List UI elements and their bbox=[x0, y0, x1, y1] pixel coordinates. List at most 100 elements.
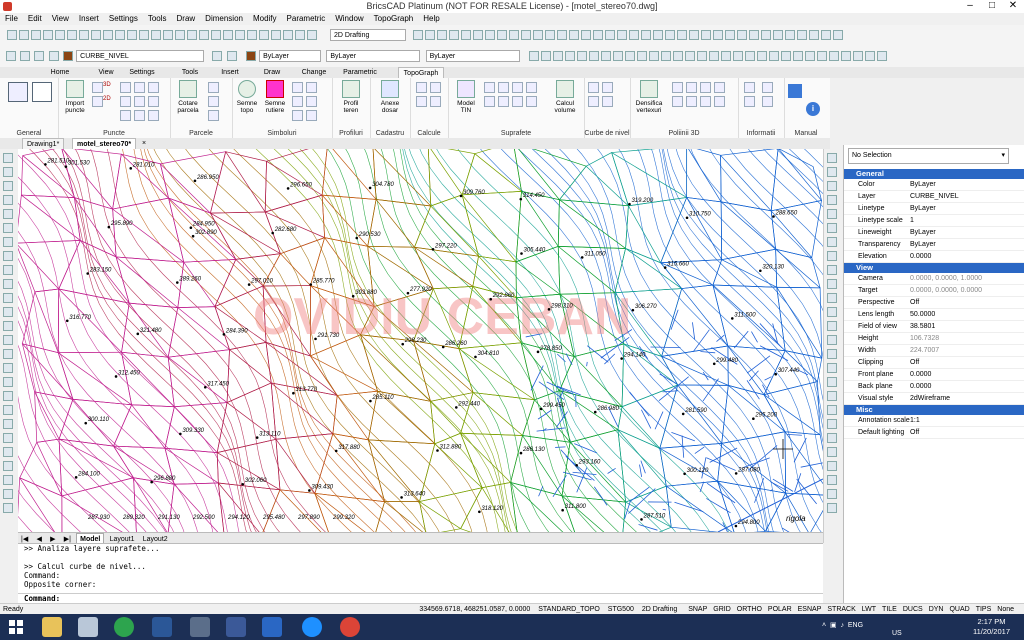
snap-tool-icon[interactable] bbox=[768, 51, 779, 61]
menu-insert[interactable]: Insert bbox=[74, 13, 104, 25]
draw-tool-icon[interactable] bbox=[3, 419, 13, 429]
draw-tool-icon[interactable] bbox=[3, 153, 13, 163]
chrome-icon[interactable] bbox=[340, 617, 360, 637]
property-row[interactable]: Front plane 0.0000 bbox=[844, 369, 1024, 381]
minimize-button[interactable]: – bbox=[960, 0, 980, 11]
ie-icon[interactable] bbox=[302, 617, 322, 637]
property-row[interactable]: Color ByLayer bbox=[844, 179, 1024, 191]
menu-parametric[interactable]: Parametric bbox=[282, 13, 331, 25]
point-tool-icon[interactable] bbox=[148, 96, 159, 107]
property-row[interactable]: Lineweight ByLayer bbox=[844, 227, 1024, 239]
toolbar-tool-icon[interactable] bbox=[7, 30, 17, 40]
property-row[interactable]: Elevation 0.0000 bbox=[844, 251, 1024, 263]
draw-tool-icon[interactable] bbox=[3, 251, 13, 261]
property-row[interactable]: Back plane 0.0000 bbox=[844, 381, 1024, 393]
calculator-icon[interactable] bbox=[78, 617, 98, 637]
tab-view[interactable]: View bbox=[88, 67, 124, 78]
snap-tool-icon[interactable] bbox=[696, 51, 707, 61]
snap-tool-icon[interactable] bbox=[660, 51, 671, 61]
draw-tool-icon[interactable] bbox=[3, 293, 13, 303]
polyline-tool-icon[interactable] bbox=[700, 82, 711, 93]
point-tool-icon[interactable] bbox=[148, 110, 159, 121]
profil-teren-button[interactable]: Profil teren bbox=[336, 80, 366, 114]
toolbar-tool-icon[interactable] bbox=[127, 30, 137, 40]
menu-draw[interactable]: Draw bbox=[172, 13, 201, 25]
toggle-polar[interactable]: POLAR bbox=[765, 606, 795, 613]
draw-tool-icon[interactable] bbox=[3, 307, 13, 317]
polyline-tool-icon[interactable] bbox=[714, 82, 725, 93]
toolbar-tool-icon[interactable] bbox=[31, 30, 41, 40]
surface-tool-icon[interactable] bbox=[512, 82, 523, 93]
property-value[interactable]: ByLayer bbox=[910, 179, 1024, 190]
clock[interactable]: 2:17 PM 11/20/2017 bbox=[973, 617, 1010, 637]
toggle-dyn[interactable]: DYN bbox=[926, 606, 947, 613]
toolbar-tool-icon[interactable] bbox=[67, 30, 77, 40]
modify-tool-icon[interactable] bbox=[827, 251, 837, 261]
snap-tool-icon[interactable] bbox=[684, 51, 695, 61]
contour-tool-icon[interactable] bbox=[602, 82, 613, 93]
view-tool-icon[interactable] bbox=[761, 30, 771, 40]
info-tool-icon[interactable] bbox=[744, 96, 755, 107]
snap-tool-icon[interactable] bbox=[864, 51, 875, 61]
point-tool-icon[interactable] bbox=[148, 82, 159, 93]
toolbar-tool-icon[interactable] bbox=[91, 30, 101, 40]
modify-tool-icon[interactable] bbox=[827, 489, 837, 499]
bricscad-icon[interactable] bbox=[262, 617, 282, 637]
drawing-svg[interactable]: OVIDIU CEBAN 281.510 284.950 285.770 286.260… bbox=[18, 149, 823, 532]
menu-file[interactable]: File bbox=[0, 13, 23, 25]
symbol-tool-icon[interactable] bbox=[292, 96, 303, 107]
view-tool-icon[interactable] bbox=[449, 30, 459, 40]
parcel-tool-icon[interactable] bbox=[208, 96, 219, 107]
view-tool-icon[interactable] bbox=[665, 30, 675, 40]
view-tool-icon[interactable] bbox=[833, 30, 843, 40]
toggle-none[interactable]: None bbox=[994, 606, 1017, 613]
property-value[interactable]: 0.0000 bbox=[910, 381, 1024, 392]
view-tool-icon[interactable] bbox=[605, 30, 615, 40]
view-tool-icon[interactable] bbox=[617, 30, 627, 40]
tab-change[interactable]: Change bbox=[296, 67, 332, 78]
draw-tool-icon[interactable] bbox=[3, 433, 13, 443]
draw-tool-icon[interactable] bbox=[3, 223, 13, 233]
draw-tool-icon[interactable] bbox=[3, 447, 13, 457]
snap-tool-icon[interactable] bbox=[852, 51, 863, 61]
toolbar-tool-icon[interactable] bbox=[211, 30, 221, 40]
point-tool-icon[interactable] bbox=[134, 82, 145, 93]
bulb-icon[interactable] bbox=[20, 51, 31, 61]
section-general[interactable]: General bbox=[844, 169, 1024, 179]
toggle-esnap[interactable]: ESNAP bbox=[795, 606, 825, 613]
modify-tool-icon[interactable] bbox=[827, 293, 837, 303]
menu-settings[interactable]: Settings bbox=[104, 13, 143, 25]
polyline-tool-icon[interactable] bbox=[686, 96, 697, 107]
snap-tool-icon[interactable] bbox=[828, 51, 839, 61]
text-style[interactable]: STANDARD_TOPO bbox=[535, 606, 603, 613]
surface-tool-icon[interactable] bbox=[526, 96, 537, 107]
toggle-tips[interactable]: TIPS bbox=[973, 606, 995, 613]
contour-tool-icon[interactable] bbox=[588, 96, 599, 107]
menu-window[interactable]: Window bbox=[330, 13, 368, 25]
toolbar-tool-icon[interactable] bbox=[223, 30, 233, 40]
view-tool-icon[interactable] bbox=[677, 30, 687, 40]
draw-tool-icon[interactable] bbox=[3, 363, 13, 373]
sun-icon[interactable] bbox=[34, 51, 45, 61]
toolbar-tool-icon[interactable] bbox=[187, 30, 197, 40]
toggle-ortho[interactable]: ORTHO bbox=[734, 606, 765, 613]
workspace-label[interactable]: 2D Drafting bbox=[639, 606, 680, 613]
property-row[interactable]: Width 224.7007 bbox=[844, 345, 1024, 357]
snap-tool-icon[interactable] bbox=[612, 51, 623, 61]
draw-tool-icon[interactable] bbox=[3, 349, 13, 359]
property-value[interactable]: 0.0000, 0.0000, 1.0000 bbox=[910, 273, 1024, 284]
modify-tool-icon[interactable] bbox=[827, 377, 837, 387]
point-3d-icon[interactable] bbox=[92, 82, 103, 93]
section-misc[interactable]: Misc bbox=[844, 405, 1024, 415]
parcel-tool-icon[interactable] bbox=[208, 110, 219, 121]
modify-tool-icon[interactable] bbox=[827, 181, 837, 191]
menu-dimension[interactable]: Dimension bbox=[200, 13, 248, 25]
symbol-tool-icon[interactable] bbox=[292, 110, 303, 121]
property-value[interactable]: 1 bbox=[910, 215, 1024, 226]
modify-tool-icon[interactable] bbox=[827, 419, 837, 429]
lang-label[interactable]: ENG bbox=[848, 622, 863, 629]
snap-tool-icon[interactable] bbox=[720, 51, 731, 61]
densifica-vertexuri-button[interactable]: Densifica vertexuri bbox=[632, 80, 666, 114]
snap-tool-icon[interactable] bbox=[540, 51, 551, 61]
property-row[interactable]: Perspective Off bbox=[844, 297, 1024, 309]
